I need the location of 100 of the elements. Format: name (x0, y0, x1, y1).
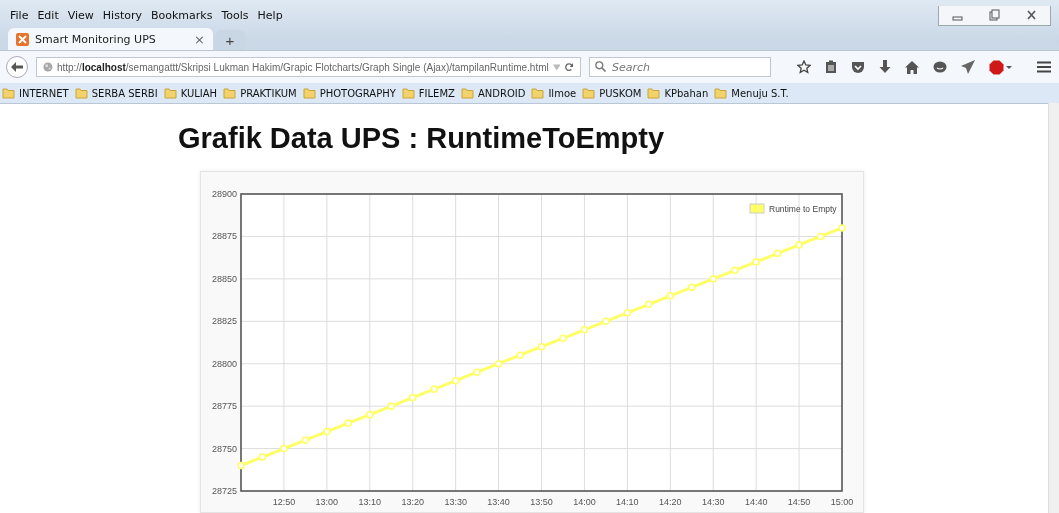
x-tick-label: 14:30 (701, 497, 725, 507)
bookmark-item[interactable]: PUSKOM (599, 87, 642, 99)
x-tick-label: 15:00 (830, 497, 854, 507)
x-tick-label: 12:50 (272, 497, 296, 507)
data-point (687, 283, 696, 292)
x-tick-label: 13:20 (401, 497, 424, 507)
x-tick-label: 13:50 (530, 497, 553, 507)
data-point (344, 419, 353, 427)
x-tick-label: 14:00 (573, 497, 596, 507)
data-point (516, 351, 524, 360)
data-point (387, 402, 396, 410)
home-icon[interactable] (905, 60, 919, 74)
bookmark-item[interactable]: KULIAH (180, 87, 218, 99)
scrollbar[interactable] (1048, 103, 1059, 513)
bookmark-item[interactable]: ANDROID (477, 87, 526, 99)
send-icon[interactable] (961, 60, 975, 74)
folder-icon (223, 87, 237, 99)
folder-icon (74, 87, 88, 99)
bookmark-item[interactable]: Menuju S.T. (731, 87, 789, 99)
y-tick-label: 28775 (211, 401, 237, 412)
clipboard-icon[interactable] (825, 60, 837, 74)
x-tick-label: 14:10 (616, 497, 639, 507)
data-point (602, 317, 610, 326)
data-point (494, 359, 503, 368)
data-point (301, 436, 310, 444)
globe-icon (43, 61, 53, 73)
reload-icon[interactable] (564, 61, 574, 73)
bookmark-item[interactable]: FILEMZ (418, 87, 455, 99)
bookmark-item[interactable]: PRAKTIKUM (240, 87, 297, 99)
data-point (408, 393, 417, 402)
folder-icon (401, 87, 415, 99)
data-point (795, 241, 803, 249)
menu-item[interactable]: View (67, 6, 94, 22)
download-icon[interactable] (879, 60, 891, 74)
data-point (730, 266, 739, 275)
data-point (258, 453, 267, 461)
bookmark-item[interactable]: PHOTOGRAPHY (319, 87, 396, 99)
y-tick-label: 28875 (211, 231, 237, 242)
data-point (280, 444, 288, 453)
folder-icon (2, 87, 15, 99)
address-bar[interactable]: http://localhost/semangattt/Skripsi Lukman Hakim/Grapic Flotcharts/Graph Single (Ajax)/tampilanRuntime.html (36, 57, 581, 77)
back-arrow-icon (11, 62, 23, 72)
data-point (366, 410, 374, 419)
menu-item[interactable]: Edit (37, 6, 59, 22)
tab-title: Smart Monitoring UPS (35, 32, 157, 46)
page-title: Grafik Data UPS : RuntimeToEmpty (178, 122, 666, 155)
y-tick-label: 28900 (211, 189, 237, 199)
y-tick-label: 28750 (211, 443, 237, 454)
data-point (451, 376, 460, 385)
x-tick-label: 13:30 (444, 497, 467, 507)
legend-label: Runtime to Empty (769, 204, 837, 214)
bookmark-item[interactable]: INTERNET (19, 87, 69, 99)
bookmark-item[interactable]: SERBA SERBI (91, 87, 158, 99)
x-tick-label: 13:00 (315, 497, 339, 507)
menu-item[interactable]: Help (257, 6, 283, 22)
bookmark-item[interactable]: Ilmoe (548, 87, 577, 99)
data-point (752, 258, 760, 266)
menu-icon[interactable] (1037, 61, 1051, 73)
chat-icon[interactable] (933, 60, 947, 74)
star-icon[interactable] (797, 60, 811, 74)
tab-close-button[interactable]: × (194, 31, 205, 47)
data-point (773, 249, 782, 258)
x-tick-label: 14:40 (744, 497, 768, 507)
data-point (645, 300, 653, 309)
x-tick-label: 13:40 (487, 497, 510, 507)
y-tick-label: 28725 (211, 486, 237, 496)
folder-icon (582, 87, 596, 99)
folder-icon (647, 87, 661, 99)
folder-icon (714, 87, 728, 99)
data-point (473, 368, 481, 376)
search-field[interactable]: Search (589, 57, 771, 77)
back-button[interactable] (6, 56, 28, 78)
data-point (623, 309, 632, 317)
menu-item[interactable]: File (10, 6, 29, 22)
menu-item[interactable]: History (102, 6, 142, 22)
folder-icon (302, 87, 316, 99)
pocket-icon[interactable] (851, 60, 865, 74)
y-tick-label: 28850 (211, 273, 237, 284)
url-text: http://localhost/semangattt/Skripsi Lukman Hakim/Grapic Flotcharts/Graph Single (Ajax)/tampilanRuntime.html (56, 61, 549, 73)
menu-item[interactable]: Bookmarks (151, 6, 213, 22)
adblock-icon[interactable] (989, 59, 1013, 75)
x-tick-label: 13:10 (358, 497, 382, 507)
folder-icon (163, 87, 177, 99)
data-point (537, 342, 546, 351)
new-tab-button[interactable]: + (215, 30, 245, 50)
search-icon (595, 61, 606, 72)
data-point (816, 232, 825, 241)
data-point (580, 325, 589, 334)
data-point (430, 385, 438, 393)
folder-icon (460, 87, 474, 99)
menu-item[interactable]: Tools (221, 6, 249, 22)
x-tick-label: 14:20 (659, 497, 682, 507)
x-tick-label: 14:50 (787, 497, 811, 507)
folder-icon (531, 87, 545, 99)
data-point (559, 334, 567, 343)
app-logo-icon (16, 32, 29, 46)
data-point (709, 275, 717, 283)
browser-tab[interactable]: Smart Monitoring UPS × (8, 28, 213, 50)
bookmark-item[interactable]: KPbahan (664, 87, 709, 99)
y-tick-label: 28800 (211, 358, 237, 369)
